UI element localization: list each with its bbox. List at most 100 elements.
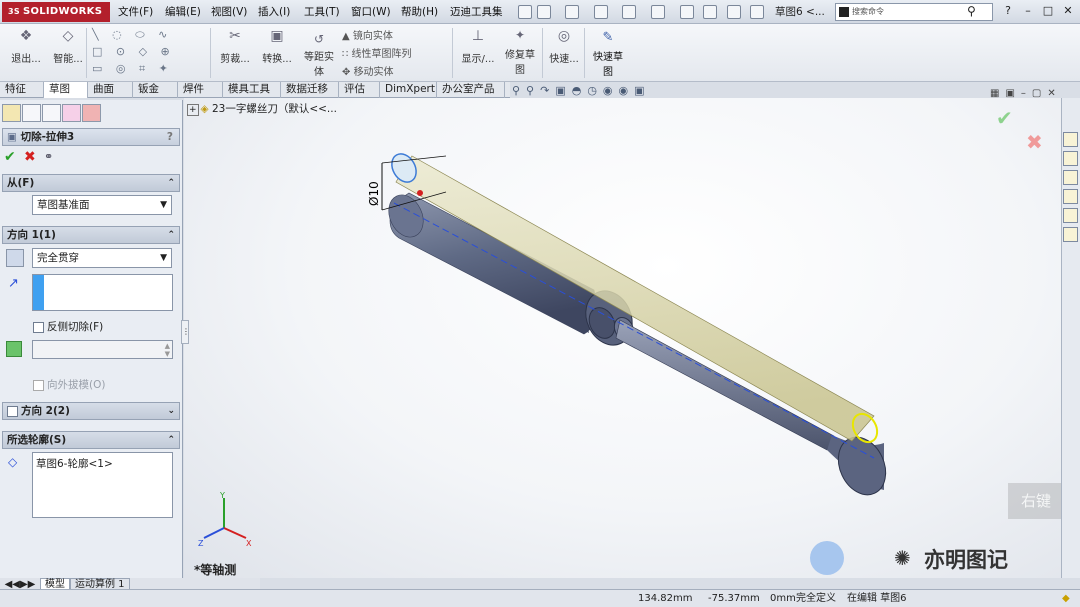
rebuild-icon[interactable]	[703, 5, 717, 19]
confirm-corner-icon[interactable]: ✔	[996, 106, 1013, 130]
trim-button[interactable]: ✂ 剪裁...	[215, 28, 255, 65]
from-select[interactable]: 草图基准面 ▼	[32, 195, 172, 215]
sketch-slot-tools-icon[interactable]: ▭ ◎ ⌗ ✦	[92, 62, 173, 76]
graphics-area[interactable]: Ø10 + ◈ 23一字螺丝刀（默认<<... ✔ ✖ Y X Z *等轴测 右键…	[184, 98, 1061, 578]
draft-icon[interactable]	[6, 341, 22, 357]
menu-file[interactable]: 文件(F)	[118, 4, 153, 19]
resources-icon[interactable]	[1063, 151, 1078, 166]
tab-sheet-metal[interactable]: 钣金	[133, 82, 178, 98]
display-manager-tab[interactable]	[82, 104, 101, 122]
close-button[interactable]: ✕	[1058, 3, 1078, 19]
tab-surfaces[interactable]: 曲面	[88, 82, 133, 98]
reverse-cut-check[interactable]	[33, 321, 44, 333]
search-icon[interactable]: ⚲	[967, 4, 976, 18]
pin-icon[interactable]	[518, 5, 532, 19]
draft-outward-check[interactable]	[33, 379, 44, 391]
menu-window[interactable]: 窗口(W)	[351, 4, 391, 19]
from-section-header[interactable]: 从(F) ⌃	[2, 174, 180, 192]
sketch-line-tools-icon[interactable]: ╲ ◌ ⬭ ∿	[92, 28, 172, 42]
reverse-direction-icon[interactable]	[6, 249, 24, 267]
direction2-check[interactable]	[7, 405, 18, 417]
menu-maidi-tools[interactable]: 迈迪工具集	[450, 4, 503, 19]
triad-x-label: X	[246, 539, 252, 548]
ok-button[interactable]: ✔	[4, 149, 16, 165]
heads-up-view-toolbar[interactable]: ⚲⚲↷▣◓◷◉◉▣	[512, 84, 651, 97]
panel-splitter-handle[interactable]: ⋮	[181, 320, 190, 344]
expand-icon[interactable]: ⌄	[167, 403, 175, 419]
tab-office-products[interactable]: 办公室产品	[437, 82, 505, 98]
menu-tools[interactable]: 工具(T)	[304, 4, 340, 19]
property-manager-tab[interactable]	[22, 104, 41, 122]
tab-features[interactable]: 特征	[0, 82, 44, 98]
repair-sketch-button[interactable]: ✦ 修复草 图	[500, 28, 540, 76]
sketch-shape-tools-icon[interactable]: □ ⊙ ◇ ⊕	[92, 45, 175, 58]
menu-insert[interactable]: 插入(I)	[258, 4, 290, 19]
config-manager-tab[interactable]	[42, 104, 61, 122]
model-viewport[interactable]: Ø10	[184, 98, 1061, 578]
rapid-sketch-button[interactable]: ✎ 快速草 图	[588, 30, 628, 78]
smart-dimension-button[interactable]: ◇ 智能...	[48, 28, 88, 65]
tab-evaluate[interactable]: 评估	[339, 82, 380, 98]
selected-contours-list[interactable]: 草图6-轮廓<1>	[32, 452, 173, 518]
quick-snaps-button[interactable]: ◎ 快速...	[546, 28, 582, 65]
end-condition-select[interactable]: 完全贯穿 ▼	[32, 248, 172, 268]
display-relations-button[interactable]: ⊥ 显示/...	[458, 28, 498, 65]
select-icon[interactable]	[680, 5, 694, 19]
collapse-icon[interactable]: ⌃	[167, 432, 175, 448]
draft-angle-input[interactable]: ▲ ▼	[32, 340, 173, 359]
direction1-section-header[interactable]: 方向 1(1) ⌃	[2, 226, 180, 244]
file-props-icon[interactable]	[750, 5, 764, 19]
home-icon[interactable]	[1063, 132, 1078, 147]
new-file-icon[interactable]	[537, 5, 551, 19]
selected-contours-section-header[interactable]: 所选轮廓(S) ⌃	[2, 431, 180, 449]
menu-help[interactable]: 帮助(H)	[401, 4, 438, 19]
file-explorer-icon[interactable]	[1063, 189, 1078, 204]
tab-mold-tools[interactable]: 模具工具	[223, 82, 281, 98]
dimension-value[interactable]: Ø10	[367, 181, 381, 206]
draft-outward-checkbox[interactable]: 向外拔模(O)	[33, 377, 105, 392]
reverse-cut-checkbox[interactable]: 反侧切除(F)	[33, 319, 103, 334]
help-icon[interactable]: ?	[998, 3, 1018, 19]
cancel-corner-icon[interactable]: ✖	[1026, 130, 1043, 154]
custom-props-icon[interactable]	[1063, 227, 1078, 242]
spin-arrows-icon[interactable]: ▲ ▼	[165, 342, 170, 358]
minimize-button[interactable]: –	[1018, 3, 1038, 19]
move-entities-button[interactable]: ✥ 移动实体	[342, 63, 394, 78]
options-icon[interactable]	[727, 5, 741, 19]
save-icon[interactable]	[594, 5, 608, 19]
print-icon[interactable]	[622, 5, 636, 19]
tab-dimxpert[interactable]: DimXpert	[380, 82, 437, 98]
menu-edit[interactable]: 编辑(E)	[165, 4, 201, 19]
collapse-icon[interactable]: ⌃	[167, 175, 175, 191]
tab-weldments[interactable]: 焊件	[178, 82, 223, 98]
tab-sketch[interactable]: 草图	[44, 82, 88, 98]
open-file-icon[interactable]	[565, 5, 579, 19]
feature-tree-flyout[interactable]: + ◈ 23一字螺丝刀（默认<<...	[187, 101, 337, 116]
menu-view[interactable]: 视图(V)	[211, 4, 247, 19]
selected-contour-item[interactable]: 草图6-轮廓<1>	[36, 458, 113, 470]
restore-button[interactable]: □	[1038, 3, 1058, 19]
direction2-section-header[interactable]: 方向 2(2) ⌄	[2, 402, 180, 420]
cancel-button[interactable]: ✖	[24, 149, 36, 165]
dimxpert-tab[interactable]	[62, 104, 81, 122]
help-icon[interactable]: ?	[167, 129, 173, 145]
tab-data-migration[interactable]: 数据迁移	[281, 82, 339, 98]
expand-icon[interactable]: +	[187, 104, 199, 116]
logo-prefix: 3S	[8, 7, 20, 16]
appearance-icon[interactable]	[1063, 208, 1078, 223]
cut-extrude-preview[interactable]	[387, 150, 882, 447]
offset-button[interactable]: ↺ 等距实 体	[299, 32, 339, 78]
undo-icon[interactable]	[651, 5, 665, 19]
direction-vector-field[interactable]	[32, 274, 173, 311]
preview-icon[interactable]: ⚭	[44, 150, 53, 163]
viewport-window-controls[interactable]: ▦▣–▢✕	[990, 88, 1062, 99]
convert-button[interactable]: ▣ 转换...	[257, 28, 297, 65]
folder-icon[interactable]	[1063, 170, 1078, 185]
collapse-icon[interactable]: ⌃	[167, 227, 175, 243]
exit-sketch-button[interactable]: ❖ 退出...	[6, 28, 46, 65]
mirror-button[interactable]: ▲ 镜向实体	[342, 27, 393, 42]
feature-manager-tab[interactable]	[2, 104, 21, 122]
app-logo[interactable]: 3S SOLIDWORKS	[2, 2, 110, 22]
rebuild-status-icon[interactable]: ◆	[1062, 590, 1070, 607]
linear-pattern-button[interactable]: ∷ 线性草图阵列	[342, 45, 412, 60]
